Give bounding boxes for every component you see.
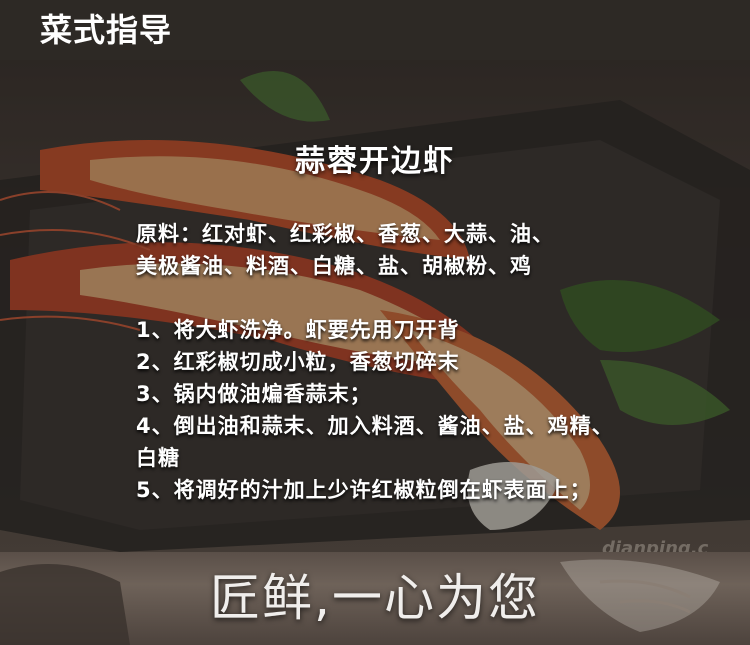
recipe-card: 菜式指导 dianping.c 蒜蓉开边虾 原料：红对虾、红彩椒、香葱、大蒜、油… <box>0 0 750 645</box>
ingredients-line: 原料：红对虾、红彩椒、香葱、大蒜、油、 <box>136 222 554 246</box>
ingredients: 原料：红对虾、红彩椒、香葱、大蒜、油、 美极酱油、料酒、白糖、盐、胡椒粉、鸡 <box>136 218 706 282</box>
step-item: 1、将大虾洗净。虾要先用刀开背 <box>136 318 460 342</box>
header-bar: 菜式指导 <box>0 0 750 60</box>
steps-list: 1、将大虾洗净。虾要先用刀开背 2、红彩椒切成小粒，香葱切碎末 3、锅内做油煸香… <box>136 314 706 506</box>
step-item: 5、将调好的汁加上少许红椒粒倒在虾表面上； <box>136 478 592 502</box>
step-item: 3、锅内做油煸香蒜末； <box>136 382 372 406</box>
ingredients-line: 美极酱油、料酒、白糖、盐、胡椒粉、鸡 <box>136 254 532 278</box>
step-item: 白糖 <box>136 446 180 470</box>
step-item: 2、红彩椒切成小粒，香葱切碎末 <box>136 350 460 374</box>
watermark: dianping.c <box>602 538 709 552</box>
footer-slogan: 匠鲜,一心为您 <box>210 569 540 627</box>
header-title: 菜式指导 <box>40 11 173 49</box>
footer-banner: 匠鲜,一心为您 <box>0 552 750 645</box>
recipe-title: 蒜蓉开边虾 <box>295 144 455 179</box>
step-item: 4、倒出油和蒜末、加入料酒、酱油、盐、鸡精、 <box>136 414 614 438</box>
